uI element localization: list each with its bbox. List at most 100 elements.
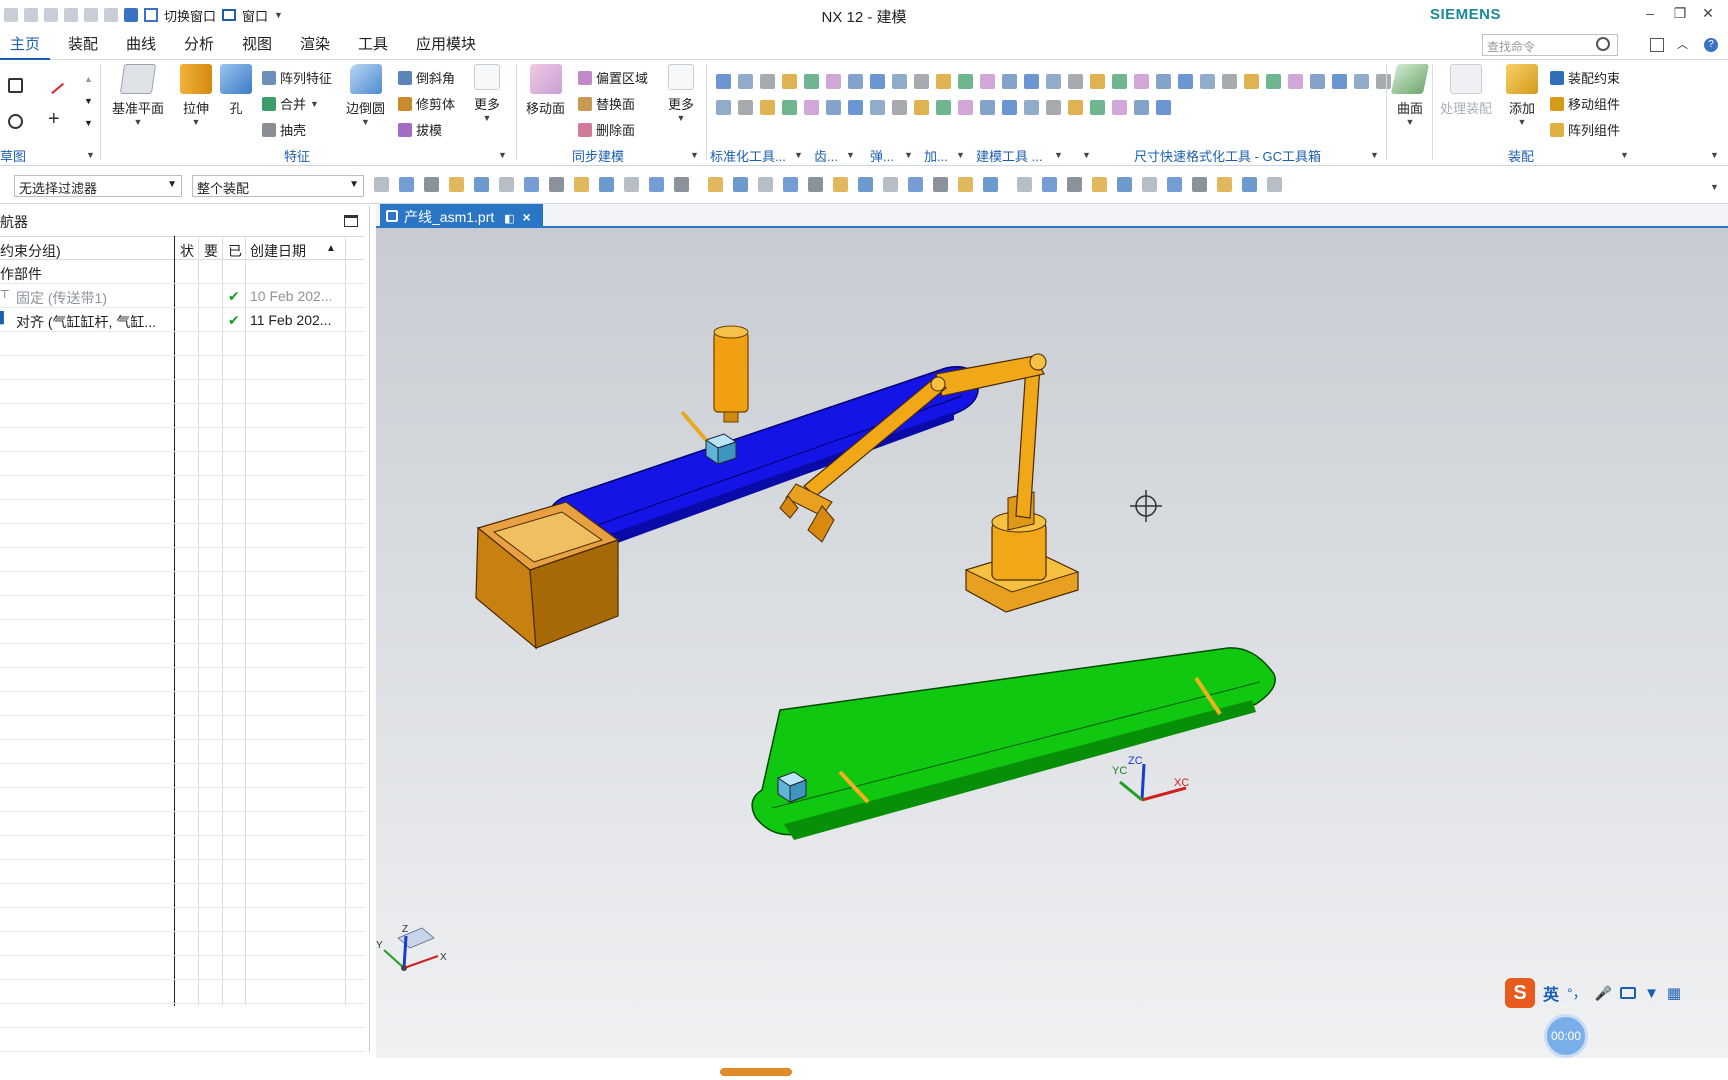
window-menu-button[interactable]: 窗口 bbox=[242, 6, 268, 25]
restore-button[interactable]: ❐ bbox=[1670, 5, 1690, 22]
toolbox-tool-icon[interactable] bbox=[914, 100, 929, 115]
group-menu-icon[interactable]: ▼ bbox=[690, 150, 699, 160]
assembly-constraint-button[interactable]: 装配约束 bbox=[1550, 68, 1620, 87]
constraint-row[interactable]: ▌ 对齐 (气缸缸杆, 气缸... ✔ 11 Feb 202... bbox=[0, 308, 364, 332]
toolbox-tool-icon[interactable] bbox=[1112, 74, 1127, 89]
offset-region-button[interactable]: 偏置区域 bbox=[578, 68, 648, 87]
tab-curve[interactable]: 曲线 bbox=[116, 30, 166, 60]
toolbox-tool-icon[interactable] bbox=[1002, 100, 1017, 115]
sogou-logo-icon[interactable]: S bbox=[1505, 978, 1535, 1008]
repeat-command-icon[interactable] bbox=[104, 8, 118, 22]
horizontal-scrollbar[interactable] bbox=[720, 1068, 792, 1076]
chevron-down-icon[interactable]: ▼ bbox=[1054, 150, 1063, 160]
assembly-model[interactable]: ZC YC XC Z Y X bbox=[376, 228, 1728, 1058]
toolbox-tool-icon[interactable] bbox=[1112, 100, 1127, 115]
circle-icon[interactable] bbox=[8, 114, 23, 129]
toolbox-tool-icon[interactable] bbox=[1156, 100, 1171, 115]
toolbox-tool-icon[interactable] bbox=[980, 100, 995, 115]
toolbox-tool-icon[interactable] bbox=[958, 100, 973, 115]
column-status[interactable]: 状 bbox=[180, 241, 194, 261]
toolbox-tool-icon[interactable] bbox=[1310, 74, 1325, 89]
ribbon-options-icon[interactable]: ▼ bbox=[1710, 150, 1719, 160]
toolbox-tool-icon[interactable] bbox=[1046, 100, 1061, 115]
toolbox-tool-icon[interactable] bbox=[1134, 100, 1149, 115]
snap-tool-icon[interactable] bbox=[374, 177, 389, 192]
snap-tool-icon[interactable] bbox=[1267, 177, 1282, 192]
pattern-feature-button[interactable]: 阵列特征 bbox=[262, 68, 332, 87]
snap-tool-icon[interactable] bbox=[983, 177, 998, 192]
process-assembly-button[interactable]: 处理装配 bbox=[1440, 64, 1492, 117]
spring-group-label[interactable]: 弹... bbox=[870, 146, 894, 165]
group-menu-icon[interactable]: ▼ bbox=[1370, 150, 1379, 160]
toolbox-tool-icon[interactable] bbox=[936, 74, 951, 89]
toolbox-tool-icon[interactable] bbox=[1090, 74, 1105, 89]
toolbox-tool-icon[interactable] bbox=[1244, 74, 1259, 89]
toolbox-tool-icon[interactable] bbox=[980, 74, 995, 89]
more-features-button[interactable]: 更多 ▼ bbox=[474, 64, 500, 123]
chamfer-button[interactable]: 倒斜角 bbox=[398, 68, 455, 87]
undo-icon[interactable] bbox=[4, 8, 18, 22]
tab-applications[interactable]: 应用模块 bbox=[406, 30, 486, 60]
toolbox-tool-icon[interactable] bbox=[738, 74, 753, 89]
tab-assembly[interactable]: 装配 bbox=[58, 30, 108, 60]
draft-button[interactable]: 拔模 bbox=[398, 120, 442, 139]
toolbox-tool-icon[interactable] bbox=[1134, 74, 1149, 89]
chevron-down-icon[interactable]: ▼ bbox=[904, 150, 913, 160]
toolbox-tool-icon[interactable] bbox=[936, 100, 951, 115]
snap-tool-icon[interactable] bbox=[933, 177, 948, 192]
unite-button[interactable]: 合并 ▼ bbox=[262, 94, 319, 113]
snap-tool-icon[interactable] bbox=[549, 177, 564, 192]
cut-icon[interactable] bbox=[44, 8, 58, 22]
snap-tool-icon[interactable] bbox=[449, 177, 464, 192]
copy-icon[interactable] bbox=[64, 8, 78, 22]
toolbox-tool-icon[interactable] bbox=[1090, 100, 1105, 115]
point-icon[interactable]: + bbox=[48, 108, 60, 131]
snap-tool-icon[interactable] bbox=[808, 177, 823, 192]
graphics-viewport[interactable]: ZC YC XC Z Y X bbox=[376, 228, 1728, 1058]
surface-button[interactable]: 曲面 ▼ bbox=[1390, 64, 1430, 127]
pattern-component-button[interactable]: 阵列组件 bbox=[1550, 120, 1620, 139]
gallery-expand-icon[interactable]: ▼ bbox=[84, 118, 93, 128]
minimize-button[interactable]: – bbox=[1640, 5, 1660, 21]
move-face-button[interactable]: 移动面 bbox=[526, 64, 565, 117]
more-sync-button[interactable]: 更多 ▼ bbox=[668, 64, 694, 123]
close-button[interactable]: ✕ bbox=[1698, 5, 1718, 22]
toolbox-icon[interactable]: ▦ bbox=[1667, 984, 1681, 1002]
snap-tool-icon[interactable] bbox=[908, 177, 923, 192]
toolbox-tool-icon[interactable] bbox=[1376, 74, 1391, 89]
snap-tool-icon[interactable] bbox=[1192, 177, 1207, 192]
collapse-ribbon-icon[interactable]: ︿ bbox=[1677, 36, 1691, 51]
tab-render[interactable]: 渲染 bbox=[290, 30, 340, 60]
snap-tool-icon[interactable] bbox=[1042, 177, 1057, 192]
ribbon-options-icon[interactable] bbox=[1650, 38, 1664, 52]
snap-tool-icon[interactable] bbox=[424, 177, 439, 192]
snap-tool-icon[interactable] bbox=[708, 177, 723, 192]
selection-scope-select[interactable]: 整个装配 ▼ bbox=[192, 175, 364, 197]
chevron-down-icon[interactable]: ▼ bbox=[1082, 150, 1091, 160]
robot-arm[interactable] bbox=[779, 353, 1080, 613]
hole-button[interactable]: 孔 bbox=[220, 64, 252, 117]
toolbox-tool-icon[interactable] bbox=[1222, 74, 1237, 89]
group-menu-icon[interactable]: ▼ bbox=[1620, 150, 1629, 160]
skin-icon[interactable]: ▼ bbox=[1644, 985, 1659, 1002]
snap-tool-icon[interactable] bbox=[733, 177, 748, 192]
delete-face-button[interactable]: 删除面 bbox=[578, 120, 635, 139]
trim-body-button[interactable]: 修剪体 bbox=[398, 94, 455, 113]
toolbox-tool-icon[interactable] bbox=[1332, 74, 1347, 89]
shell-button[interactable]: 抽壳 bbox=[262, 120, 306, 139]
paste-icon[interactable] bbox=[84, 8, 98, 22]
line-icon[interactable] bbox=[42, 72, 65, 95]
toolbox-tool-icon[interactable] bbox=[782, 74, 797, 89]
snap-tool-icon[interactable] bbox=[1142, 177, 1157, 192]
column-applied[interactable]: 已 bbox=[228, 241, 242, 261]
type-filter-select[interactable]: 无选择过滤器 ▼ bbox=[14, 175, 182, 197]
close-tab-button[interactable]: × bbox=[522, 209, 530, 225]
toolbox-tool-icon[interactable] bbox=[738, 100, 753, 115]
column-constraint-groups[interactable]: 约束分组) bbox=[0, 241, 61, 261]
chevron-down-icon[interactable]: ▼ bbox=[846, 150, 855, 160]
snap-tool-icon[interactable] bbox=[399, 177, 414, 192]
recording-timer[interactable]: 00:00 bbox=[1544, 1014, 1588, 1058]
snap-tool-icon[interactable] bbox=[1117, 177, 1132, 192]
toolbox-tool-icon[interactable] bbox=[1200, 74, 1215, 89]
collection-bin[interactable] bbox=[475, 501, 620, 650]
